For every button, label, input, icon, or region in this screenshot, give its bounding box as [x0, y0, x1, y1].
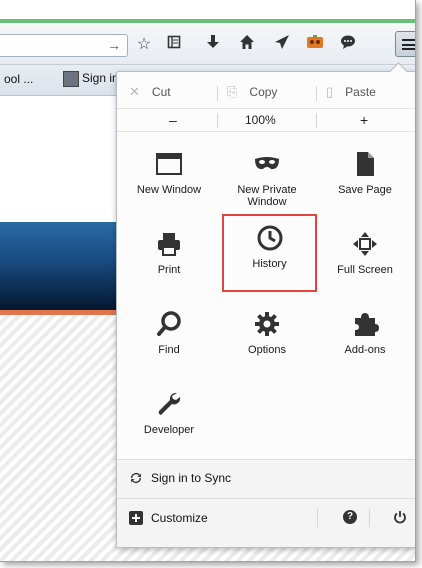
paste-button[interactable]: ▯ Paste: [326, 84, 376, 100]
tile-label: New Private Window: [237, 184, 297, 208]
tile-label: Developer: [143, 424, 195, 436]
customize-button[interactable]: Customize: [151, 511, 208, 525]
new-private-window-button[interactable]: New Private Window: [219, 140, 315, 220]
window-icon: [156, 153, 182, 175]
sign-in-label: Sign in to Sync: [151, 471, 232, 485]
developer-button[interactable]: Developer: [121, 380, 217, 460]
bookmarks-menu-icon[interactable]: [163, 34, 185, 56]
full-screen-button[interactable]: Full Screen: [317, 220, 413, 300]
cut-button[interactable]: ✕ Cut: [129, 84, 171, 100]
print-button[interactable]: Print: [121, 220, 217, 300]
bookmark-label: Sign in: [82, 71, 119, 86]
find-button[interactable]: Find: [121, 300, 217, 380]
home-icon[interactable]: [236, 34, 258, 56]
clipboard-icon: ▯: [326, 84, 334, 99]
new-window-button[interactable]: New Window: [121, 140, 217, 220]
open-menu-button[interactable]: [395, 31, 415, 57]
copy-button[interactable]: ⎘ Copy: [227, 84, 277, 100]
cut-label: Cut: [151, 85, 171, 99]
zoom-out-button[interactable]: –: [169, 112, 177, 128]
addon-toolbar-icon[interactable]: [304, 34, 326, 56]
tab-strip: [0, 0, 415, 24]
fullscreen-icon: [353, 232, 377, 256]
puzzle-icon: [355, 313, 379, 336]
sign-in-sync-button[interactable]: Sign in to Sync: [117, 459, 415, 498]
power-icon[interactable]: [393, 510, 407, 524]
help-icon[interactable]: ?: [343, 510, 357, 524]
scissors-icon: ✕: [129, 84, 140, 99]
tile-label: Print: [157, 264, 181, 276]
sync-icon: [131, 473, 141, 483]
history-button[interactable]: History: [222, 214, 317, 292]
zoom-controls: – 100% +: [117, 108, 415, 132]
url-bar[interactable]: →: [0, 34, 128, 57]
chat-icon[interactable]: [337, 34, 359, 56]
download-icon[interactable]: [202, 34, 224, 56]
magnifier-icon: [157, 311, 181, 336]
browser-window: → ☆ ool ... Sign in ✕ Cut ⎘ Copy ▯ Paste…: [0, 0, 416, 562]
tile-label: History: [252, 258, 287, 270]
options-button[interactable]: Options: [219, 300, 315, 380]
add-ons-button[interactable]: Add-ons: [317, 300, 413, 380]
app-menu-panel: ✕ Cut ⎘ Copy ▯ Paste – 100% + New Window: [116, 62, 415, 548]
printer-icon: [158, 233, 180, 256]
page-icon: [357, 152, 374, 176]
gear-icon: [255, 312, 279, 336]
paste-label: Paste: [345, 85, 376, 99]
go-arrow-icon[interactable]: →: [107, 37, 121, 53]
tile-label: Add-ons: [344, 344, 386, 356]
plus-box-icon: [129, 511, 143, 525]
copy-icon: ⎘: [227, 84, 238, 99]
send-icon[interactable]: [271, 34, 293, 56]
wrench-icon: [158, 392, 181, 415]
tile-label: Find: [158, 344, 180, 356]
customize-footer: Customize ?: [117, 498, 415, 547]
save-page-button[interactable]: Save Page: [317, 140, 413, 220]
zoom-reset-button[interactable]: 100%: [245, 113, 276, 127]
tile-label: New Window: [136, 184, 202, 196]
bookmark-item[interactable]: ool ...: [4, 72, 33, 86]
bookmark-signin[interactable]: Sign in: [63, 71, 119, 87]
tile-label: Options: [248, 344, 286, 356]
bookmark-thumb-icon: [63, 71, 79, 87]
tile-label: Full Screen: [337, 264, 393, 276]
clock-icon: [257, 225, 283, 251]
bookmark-star-icon[interactable]: ☆: [133, 34, 155, 56]
mask-icon: [255, 157, 279, 170]
tile-label: Save Page: [338, 184, 392, 196]
nav-toolbar: → ☆: [0, 26, 415, 65]
copy-label: Copy: [249, 85, 278, 99]
edit-controls: ✕ Cut ⎘ Copy ▯ Paste: [117, 80, 415, 106]
zoom-in-button[interactable]: +: [360, 112, 368, 128]
